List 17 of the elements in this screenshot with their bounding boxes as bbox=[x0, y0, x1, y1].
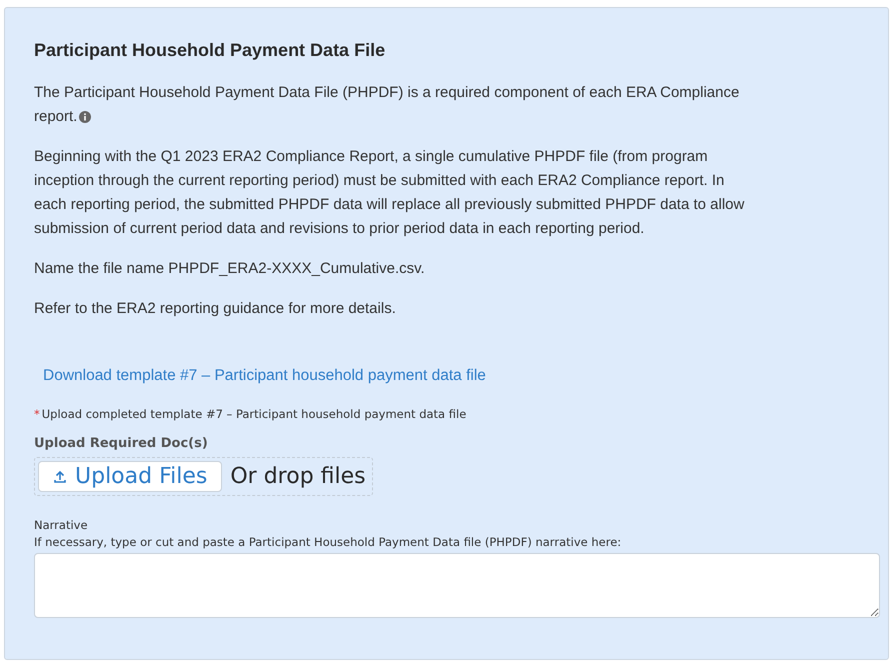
description-text: The Participant Household Payment Data File (PHPDF) is a required component of each ERA Compliance report. bbox=[34, 83, 740, 127]
narrative-label: Narrative bbox=[34, 518, 89, 532]
narrative-help: If necessary, type or cut and paste a Participant Household Payment Data file (PHPDF) narrative here: bbox=[34, 535, 622, 549]
info-icon[interactable] bbox=[79, 111, 92, 124]
narrative-field[interactable] bbox=[34, 553, 880, 618]
drop-zone[interactable]: Upload Files Or drop files bbox=[34, 457, 373, 496]
drop-hint: Or drop files bbox=[230, 464, 366, 489]
description-text: Beginning with the Q1 2023 ERA2 Compliance Report, a single cumulative PHPDF file (from program inception through the current reporting period) must be submitted with each ERA2 Compliance report. In each reporting period, the submitted PHPDF data will replace all previously submitted PHPDF data to allow submission of current period data and revisions to prior period data in each reporting period. bbox=[34, 147, 746, 239]
section-title: Participant Household Payment Data File bbox=[34, 40, 386, 61]
upload-icon bbox=[53, 470, 67, 484]
required-mark: * bbox=[34, 407, 40, 421]
upload-button[interactable]: Upload Files bbox=[38, 461, 222, 492]
download-link[interactable]: Download template #7 – Participant household payment data file bbox=[43, 367, 486, 385]
description-text: Name the file name PHPDF_ERA2-XXXX_Cumulative.csv. bbox=[34, 259, 426, 279]
upload-instruction: Upload completed template #7 – Participant household payment data file bbox=[42, 407, 466, 421]
description-text: Refer to the ERA2 reporting guidance for more details. bbox=[34, 299, 397, 319]
upload-label: Upload Required Doc(s) bbox=[34, 436, 209, 451]
